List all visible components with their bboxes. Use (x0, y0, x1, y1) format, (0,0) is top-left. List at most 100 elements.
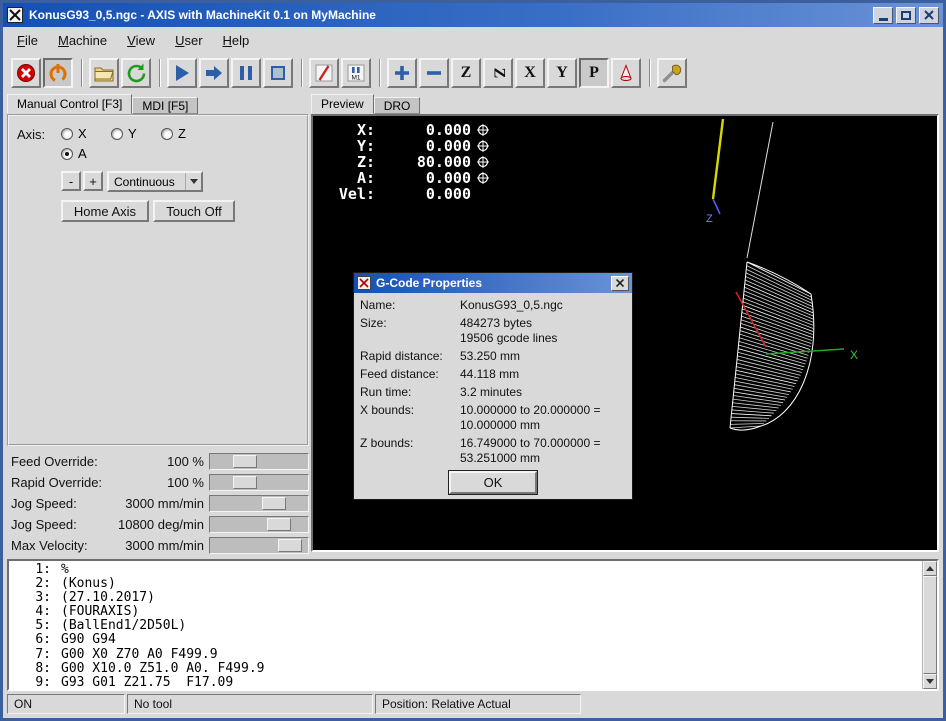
statusbar: ON No tool Position: Relative Actual (7, 693, 939, 715)
tab-preview[interactable]: Preview (311, 94, 374, 114)
max-velocity-slider[interactable] (209, 536, 309, 554)
preview-area[interactable]: Z X X: 0.000 Y: 0.000 Z: 80.000 A: 0.000… (311, 114, 939, 552)
zoom-in-button[interactable] (387, 58, 417, 88)
slider-thumb[interactable] (278, 538, 302, 552)
scroll-down-button[interactable] (923, 674, 937, 689)
rapid-distance-label: Rapid distance: (360, 349, 443, 363)
rotary-axis-line (711, 118, 725, 200)
max-velocity-value: 3000 mm/min (125, 537, 204, 553)
view-z-button[interactable]: Z (451, 58, 481, 88)
dialog-close-button[interactable] (611, 275, 629, 291)
run-button[interactable] (167, 58, 197, 88)
clear-plot-button[interactable] (611, 58, 641, 88)
gcode-line[interactable]: 6: G90 G94 (9, 633, 922, 647)
jog-speed-value: 3000 mm/min (125, 495, 204, 511)
stop-button[interactable] (263, 58, 293, 88)
axis-radio-z[interactable]: Z (161, 126, 186, 141)
gcode-line[interactable]: 2: (Konus) (9, 576, 922, 591)
rapid-distance-value: 53.250 mm (460, 349, 521, 363)
pause-button[interactable] (231, 58, 261, 88)
home-axis-button[interactable]: Home Axis (61, 200, 149, 222)
tab-dro[interactable]: DRO (373, 97, 421, 114)
estop-button[interactable] (11, 58, 41, 88)
gcode-line[interactable]: 5: (BallEnd1/2D50L) (9, 619, 922, 633)
gcode-line[interactable]: 3: (27.10.2017) (9, 591, 922, 605)
tools-button[interactable] (657, 58, 687, 88)
line-number: 6: (35, 632, 51, 648)
minimize-button[interactable] (873, 6, 893, 24)
jog-speed-deg-slider[interactable] (209, 515, 309, 533)
touch-off-button[interactable]: Touch Off (153, 200, 235, 222)
skip-lines-button[interactable] (309, 58, 339, 88)
close-button[interactable] (919, 6, 939, 24)
minimize-icon (878, 17, 888, 21)
titlebar[interactable]: KonusG93_0,5.ngc - AXIS with MachineKit … (3, 3, 943, 27)
gcode-line[interactable]: 1:% (9, 562, 922, 577)
view-y-button[interactable]: Y (547, 58, 577, 88)
slider-thumb[interactable] (233, 454, 257, 468)
ok-button[interactable]: OK (448, 470, 538, 495)
jog-speed-deg-value: 10800 deg/min (117, 516, 204, 532)
tab-mdi[interactable]: MDI [F5] (132, 97, 199, 114)
axis-radio-x[interactable]: X (61, 126, 87, 141)
tab-manual-control[interactable]: Manual Control [F3] (7, 94, 133, 114)
feed-override-label: Feed Override: (11, 453, 98, 469)
maximize-icon (901, 10, 911, 20)
close-icon (924, 10, 934, 20)
z-bounds-value: 16.749000 to 70.000000 = 53.251000 mm (460, 436, 601, 465)
jog-plus-button[interactable]: + (83, 171, 103, 191)
gcode-listing[interactable]: 1:% 2: (Konus) 3: (27.10.2017) 4: (FOURAXIS… (7, 559, 939, 691)
maximize-button[interactable] (896, 6, 916, 24)
axis-radio-y[interactable]: Y (111, 126, 137, 141)
gcode-properties-dialog: G-Code Properties Name: KonusG93_0,5.ngc… (353, 272, 633, 500)
size-value: 484273 bytes 19506 gcode lines (460, 316, 558, 345)
view-y-icon: Y (556, 64, 568, 81)
dro-a-label: A: (356, 169, 375, 187)
optional-pause-button[interactable]: M1 (341, 58, 371, 88)
dialog-titlebar[interactable]: G-Code Properties (354, 273, 632, 293)
svg-text:M1: M1 (351, 75, 360, 82)
dro-a-row: A: 0.000 (325, 170, 489, 186)
zoom-out-button[interactable] (419, 58, 449, 88)
line-number: 8: (35, 660, 51, 676)
z-bounds-label: Z bounds: (360, 436, 414, 450)
line-number: 9: (35, 674, 51, 689)
axis-radio-a[interactable]: A (61, 146, 87, 161)
jog-minus-button[interactable]: - (61, 171, 81, 191)
dialog-row-x-bounds: X bounds: 10.000000 to 20.000000 = 10.00… (360, 403, 626, 433)
axis-limit-icon (477, 156, 489, 168)
menu-help[interactable]: Help (213, 29, 260, 52)
rapid-override-row: Rapid Override: 100 % (11, 472, 309, 492)
gcode-line[interactable]: 9: G93 G01 Z21.75 F17.09 (9, 674, 922, 689)
power-button[interactable] (43, 58, 73, 88)
toolbar-separator (379, 59, 381, 87)
slider-thumb[interactable] (267, 517, 291, 531)
gcode-line[interactable]: 8: G00 X10.0 Z51.0 A0. F499.9 (9, 660, 922, 676)
open-button[interactable] (89, 58, 119, 88)
menu-machine[interactable]: Machine (48, 29, 117, 52)
feed-override-slider[interactable] (209, 452, 309, 470)
jog-speed-slider[interactable] (209, 494, 309, 512)
feed-override-row: Feed Override: 100 % (11, 451, 309, 471)
view-x-button[interactable]: X (515, 58, 545, 88)
reload-button[interactable] (121, 58, 151, 88)
gcode-scrollbar[interactable] (922, 561, 937, 689)
run-time-label: Run time: (360, 385, 412, 399)
menu-file[interactable]: File (7, 29, 48, 52)
slider-thumb[interactable] (262, 496, 286, 510)
view-z-icon: Z (460, 64, 472, 81)
jog-mode-select[interactable]: Continuous (107, 171, 203, 192)
menu-user[interactable]: User (165, 29, 212, 52)
gcode-line[interactable]: 7: G00 X0 Z70 A0 F499.9 (9, 647, 922, 662)
line-text: G93 G01 Z21.75 F17.09 (61, 674, 234, 689)
slider-thumb[interactable] (233, 475, 257, 489)
rapid-override-slider[interactable] (209, 473, 309, 491)
view-z-rotated-button[interactable]: Z (483, 58, 513, 88)
step-button[interactable] (199, 58, 229, 88)
scrollbar-thumb[interactable] (923, 576, 937, 674)
menu-view[interactable]: View (117, 29, 165, 52)
gcode-line[interactable]: 4: (FOURAXIS) (9, 605, 922, 619)
scroll-up-button[interactable] (923, 561, 937, 576)
view-perspective-button[interactable]: P (579, 58, 609, 88)
name-label: Name: (360, 298, 396, 312)
